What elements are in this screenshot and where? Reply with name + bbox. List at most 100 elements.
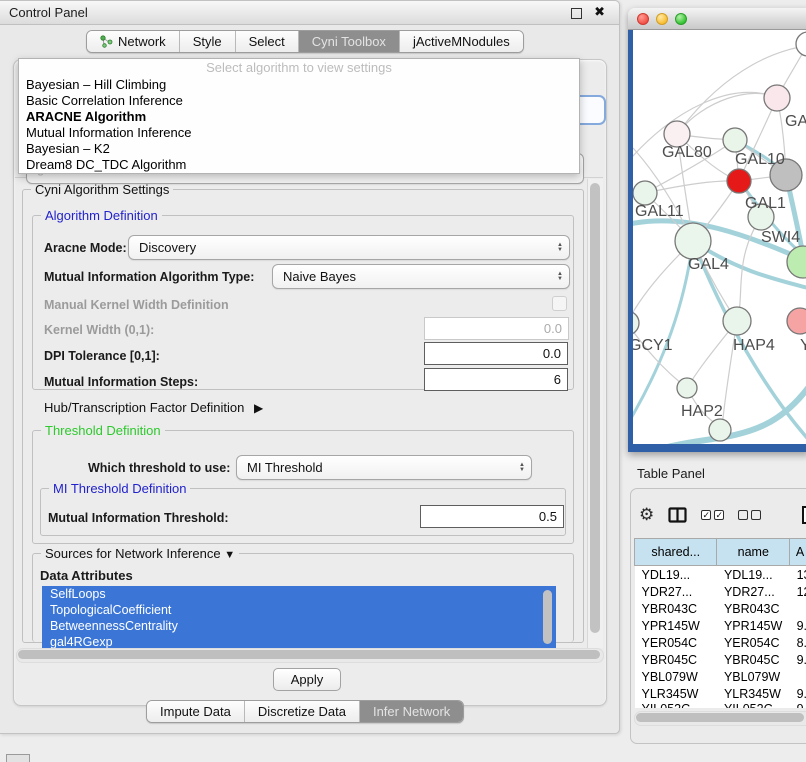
node[interactable] <box>709 419 731 441</box>
close-icon[interactable]: ✖ <box>594 4 605 20</box>
list-item[interactable]: SelfLoops <box>42 586 556 602</box>
dpi-tolerance-label: DPI Tolerance [0,1]: <box>44 349 160 363</box>
node-gal1-red[interactable] <box>727 169 751 193</box>
node-green[interactable] <box>787 246 806 278</box>
node-gcy1[interactable] <box>633 311 639 335</box>
data-attributes-label: Data Attributes <box>40 568 133 583</box>
node-label: GAL <box>785 113 806 130</box>
node-label: GAL80 <box>662 144 712 161</box>
gear-icon[interactable]: ⚙ <box>639 505 654 525</box>
column-header-partial[interactable]: A <box>790 539 806 566</box>
list-scrollbar-thumb[interactable] <box>543 590 552 644</box>
control-panel-titlebar[interactable]: Control Panel ✖ <box>0 1 619 25</box>
dropdown-item[interactable]: Dream8 DC_TDC Algorithm <box>19 157 579 173</box>
which-threshold-combo[interactable]: MI Threshold ▲▼ <box>236 455 532 480</box>
which-threshold-value: MI Threshold <box>237 460 513 475</box>
settings-horizontal-scrollbar-thumb[interactable] <box>18 650 600 659</box>
cyni-bottom-tabs: Impute Data Discretize Data Infer Networ… <box>146 700 464 723</box>
threshold-definition-title: Threshold Definition <box>41 423 165 438</box>
control-panel-tabs: Network Style Select Cyni Toolbox jActiv… <box>86 30 524 53</box>
export-table-icon[interactable] <box>801 505 806 525</box>
tab-select[interactable]: Select <box>235 31 298 52</box>
list-item[interactable]: BetweennessCentrality <box>42 618 556 634</box>
float-window-icon[interactable] <box>571 8 582 19</box>
node-gal10[interactable] <box>723 128 747 152</box>
tab-network[interactable]: Network <box>87 31 179 52</box>
tab-style[interactable]: Style <box>179 31 235 52</box>
node-gal2[interactable] <box>764 85 790 111</box>
apply-button[interactable]: Apply <box>273 668 341 691</box>
kernel-width-field[interactable]: 0.0 <box>424 317 569 340</box>
node-hap4[interactable] <box>723 307 751 335</box>
tab-jactivemnodules[interactable]: jActiveMNodules <box>399 31 523 52</box>
dropdown-item[interactable]: Mutual Information Inference <box>19 125 579 141</box>
node-salmon[interactable] <box>787 308 806 334</box>
settings-vertical-scrollbar-thumb[interactable] <box>590 183 600 633</box>
node-label: GCY1 <box>633 337 673 354</box>
expanded-arrow-icon[interactable]: ▼ <box>224 549 235 561</box>
tab-impute-data[interactable]: Impute Data <box>147 701 244 722</box>
stepper-arrows-icon: ▲▼ <box>513 463 531 473</box>
collapsed-arrow-icon[interactable]: ▶ <box>254 401 263 415</box>
table-panel-title: Table Panel <box>637 466 705 481</box>
node-hap2[interactable] <box>677 378 697 398</box>
aracne-mode-label: Aracne Mode: <box>44 241 127 255</box>
node-gal4[interactable] <box>675 223 711 259</box>
column-header-name[interactable]: name <box>717 539 790 566</box>
list-item[interactable]: gal4RGexp <box>42 634 556 648</box>
dropdown-item-selected[interactable]: ARACNE Algorithm <box>19 109 579 125</box>
tab-discretize-data[interactable]: Discretize Data <box>244 701 359 722</box>
mi-type-combo[interactable]: Naive Bayes ▲▼ <box>272 264 570 289</box>
list-item[interactable]: TopologicalCoefficient <box>42 602 556 618</box>
manual-kernel-label: Manual Kernel Width Definition <box>44 298 229 312</box>
table-row[interactable]: YER054CYER054C8. <box>635 634 806 651</box>
tab-cyni-toolbox[interactable]: Cyni Toolbox <box>298 31 399 52</box>
mi-steps-field[interactable]: 6 <box>424 368 568 391</box>
sources-group-title[interactable]: Sources for Network Inference ▼ <box>41 546 239 561</box>
algorithm-definition-title: Algorithm Definition <box>41 208 162 223</box>
mi-threshold-label: Mutual Information Threshold: <box>48 511 229 525</box>
data-attributes-list[interactable]: SelfLoops TopologicalCoefficient Between… <box>42 586 556 648</box>
dpi-tolerance-field[interactable]: 0.0 <box>424 342 568 365</box>
column-header-shared[interactable]: shared... <box>635 539 717 566</box>
table-row[interactable]: YBR043CYBR043C <box>635 600 806 617</box>
node-label: HAP4 <box>733 337 775 354</box>
table-row[interactable]: YLR345WYLR345W9. <box>635 685 806 702</box>
hide-columns-icon[interactable] <box>738 510 761 520</box>
aracne-mode-value: Discovery <box>129 240 551 255</box>
close-traffic-light-icon[interactable] <box>637 13 649 25</box>
node-attribute-table: shared... name A YDL19...YDL19...13 YDR2… <box>634 538 806 708</box>
table-row[interactable]: YBL079WYBL079W <box>635 668 806 685</box>
hub-section-label[interactable]: Hub/Transcription Factor Definition ▶ <box>44 400 257 415</box>
mi-threshold-field[interactable]: 0.5 <box>420 505 564 528</box>
table-row[interactable]: YPR145WYPR145W9. <box>635 617 806 634</box>
manual-kernel-checkbox[interactable] <box>552 296 567 311</box>
node-label: Y <box>800 337 806 354</box>
show-checked-columns-icon[interactable]: ✓✓ <box>701 510 724 520</box>
settings-horizontal-scrollbar[interactable] <box>16 648 604 663</box>
network-window-titlebar[interactable] <box>628 8 806 30</box>
zoom-traffic-light-icon[interactable] <box>675 13 687 25</box>
aracne-mode-combo[interactable]: Discovery ▲▼ <box>128 235 570 260</box>
node-label: HAP2 <box>681 403 723 420</box>
dropdown-item[interactable]: Bayesian – K2 <box>19 141 579 157</box>
tab-infer-network[interactable]: Infer Network <box>359 701 463 722</box>
stepper-arrows-icon: ▲▼ <box>551 243 569 253</box>
table-panel: ⚙ ✓✓ shared... name A <box>630 488 806 744</box>
dropdown-item[interactable]: Basic Correlation Inference <box>19 93 579 109</box>
node-gal11[interactable] <box>633 181 657 205</box>
table-row[interactable]: YDR27...YDR27...12 <box>635 583 806 600</box>
table-horizontal-scrollbar[interactable] <box>634 711 806 726</box>
dropdown-item[interactable]: Bayesian – Hill Climbing <box>19 77 579 93</box>
control-panel-title: Control Panel <box>9 5 88 20</box>
network-canvas[interactable]: GAL GAL80 GAL10 GAL1 GAL11 SWI4 GAL4 GCY… <box>633 30 806 444</box>
minimize-traffic-light-icon[interactable] <box>656 13 668 25</box>
table-row[interactable]: YDL19...YDL19...13 <box>635 566 806 584</box>
bottom-left-window-fragment[interactable] <box>6 754 30 762</box>
node[interactable] <box>796 32 806 56</box>
columns-icon[interactable] <box>668 507 687 523</box>
table-horizontal-scrollbar-thumb[interactable] <box>636 713 804 722</box>
settings-vertical-scrollbar[interactable] <box>587 179 603 648</box>
table-row[interactable]: YBR045CYBR045C9. <box>635 651 806 668</box>
table-row-partial[interactable]: YIL052C YIL052C 9 <box>635 702 806 708</box>
